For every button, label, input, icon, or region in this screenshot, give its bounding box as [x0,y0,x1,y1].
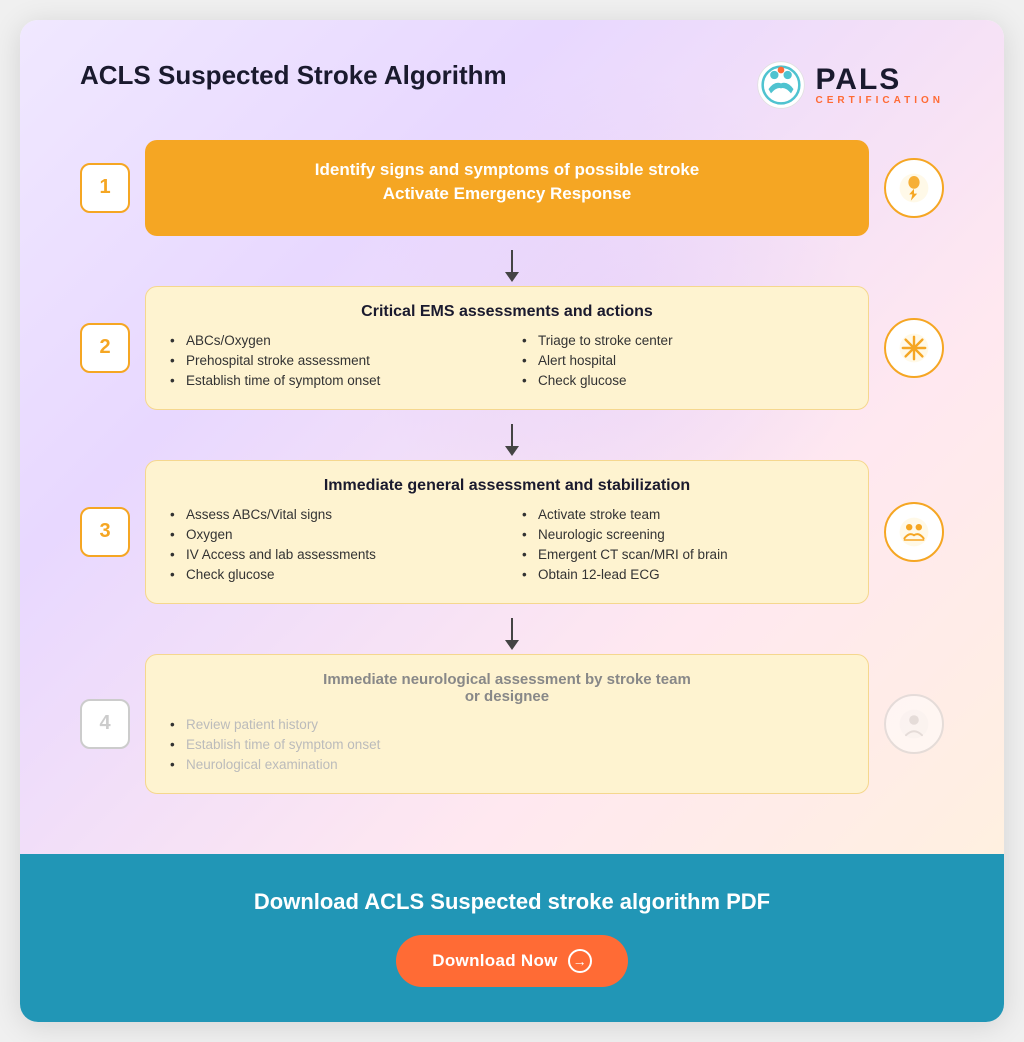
step-4-icon-circle [884,694,944,754]
step-box-2: Critical EMS assessments and actions ABC… [145,286,869,410]
step-box-3: Immediate general assessment and stabili… [145,460,869,604]
arrow-right-icon: → [568,949,592,973]
main-card: ACLS Suspected Stroke Algorithm PALS [20,20,1004,1022]
list-item: Check glucose [522,373,844,388]
neuro-icon [898,708,930,740]
step-2-title: Critical EMS assessments and actions [170,303,844,321]
step-2-list-1: ABCs/Oxygen Prehospital stroke assessmen… [170,333,492,388]
step-4-title: Immediate neurological assessment by str… [170,671,844,705]
header-row: ACLS Suspected Stroke Algorithm PALS [80,60,944,110]
step-3-title: Immediate general assessment and stabili… [170,477,844,495]
page-title: ACLS Suspected Stroke Algorithm [80,60,507,91]
step-row-1: 1 Identify signs and symptoms of possibl… [80,140,944,236]
team-icon [898,516,930,548]
list-item: Establish time of symptom onset [170,737,844,752]
list-item: Emergent CT scan/MRI of brain [522,547,844,562]
step-2-col-1: ABCs/Oxygen Prehospital stroke assessmen… [170,333,492,393]
step-3-icon-circle [884,502,944,562]
download-button[interactable]: Download Now → [396,935,627,987]
step-4-list: Review patient history Establish time of… [170,717,844,772]
main-content: ACLS Suspected Stroke Algorithm PALS [20,20,1004,854]
list-item: Triage to stroke center [522,333,844,348]
step-row-4: 4 Immediate neurological assessment by s… [80,654,944,794]
step-3-content: Immediate general assessment and stabili… [145,460,944,604]
asterisk-icon [898,332,930,364]
list-item: Obtain 12-lead ECG [522,567,844,582]
step-3-col-2: Activate stroke team Neurologic screenin… [522,507,844,587]
list-item: Alert hospital [522,353,844,368]
step-2-icon-circle [884,318,944,378]
list-item: Assess ABCs/Vital signs [170,507,492,522]
emergency-icon [898,172,930,204]
step-3-list-2: Activate stroke team Neurologic screenin… [522,507,844,582]
step-box-4: Immediate neurological assessment by str… [145,654,869,794]
step-1-content: Identify signs and symptoms of possible … [145,140,944,236]
list-item: ABCs/Oxygen [170,333,492,348]
list-item: Activate stroke team [522,507,844,522]
step-2-col-2: Triage to stroke center Alert hospital C… [522,333,844,393]
logo-cert-text: CERTIFICATION [816,95,944,106]
download-button-label: Download Now [432,951,557,971]
arrow-1 [80,246,944,286]
step-2-cols: ABCs/Oxygen Prehospital stroke assessmen… [170,333,844,393]
list-item: Establish time of symptom onset [170,373,492,388]
step-row-2: 2 Critical EMS assessments and actions A… [80,286,944,410]
step-3-cols: Assess ABCs/Vital signs Oxygen IV Access… [170,507,844,587]
step-1-title: Identify signs and symptoms of possible … [205,158,809,206]
list-item: Oxygen [170,527,492,542]
step-number-3: 3 [80,507,130,557]
arrow-2 [80,420,944,460]
step-2-content: Critical EMS assessments and actions ABC… [145,286,944,410]
step-4-cols: Review patient history Establish time of… [170,717,844,777]
steps-container: 1 Identify signs and symptoms of possibl… [80,140,944,804]
footer-title: Download ACLS Suspected stroke algorithm… [80,889,944,915]
step-row-3: 3 Immediate general assessment and stabi… [80,460,944,604]
step-number-2: 2 [80,323,130,373]
pals-logo-icon [756,60,806,110]
step-3-col-1: Assess ABCs/Vital signs Oxygen IV Access… [170,507,492,587]
list-item: Prehospital stroke assessment [170,353,492,368]
logo-area: PALS CERTIFICATION [756,60,944,110]
list-item: Neurologic screening [522,527,844,542]
step-box-1: Identify signs and symptoms of possible … [145,140,869,236]
list-item: Neurological examination [170,757,844,772]
step-number-4: 4 [80,699,130,749]
list-item: Check glucose [170,567,492,582]
step-1-icon-circle [884,158,944,218]
list-item: Review patient history [170,717,844,732]
arrow-3 [80,614,944,654]
list-item: IV Access and lab assessments [170,547,492,562]
step-4-col-1: Review patient history Establish time of… [170,717,844,777]
footer-banner: Download ACLS Suspected stroke algorithm… [20,854,1004,1022]
step-3-list-1: Assess ABCs/Vital signs Oxygen IV Access… [170,507,492,582]
step-2-list-2: Triage to stroke center Alert hospital C… [522,333,844,388]
logo-pals-text: PALS [816,65,902,95]
logo-text: PALS CERTIFICATION [816,65,944,106]
step-number-1: 1 [80,163,130,213]
step-4-content: Immediate neurological assessment by str… [145,654,944,794]
